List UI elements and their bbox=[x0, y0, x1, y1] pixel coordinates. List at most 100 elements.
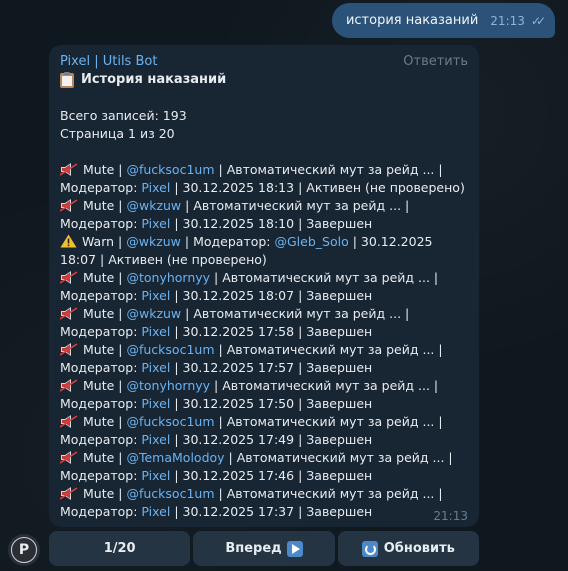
muted-speaker-icon bbox=[59, 199, 78, 212]
muted-speaker-icon bbox=[59, 271, 78, 284]
entry-reason: Автоматический мут за рейд ... bbox=[226, 162, 435, 177]
entry-user-link[interactable]: @tonyhornyy bbox=[126, 378, 210, 393]
page-info: Страница 1 из 20 bbox=[60, 126, 175, 141]
entry-status: Активен (не проверено) bbox=[306, 180, 465, 195]
entry-moderator-link[interactable]: Pixel bbox=[141, 288, 170, 303]
entry-user-link[interactable]: @fucksoc1um bbox=[126, 414, 214, 429]
page-indicator-label: 1/20 bbox=[103, 541, 136, 556]
page-indicator-button[interactable]: 1/20 bbox=[49, 531, 191, 566]
punishment-entry: Mute | @tonyhornyy | Автоматический мут … bbox=[59, 270, 439, 303]
punishment-entry: Mute | @TemaMolodoy | Автоматический мут… bbox=[59, 450, 453, 483]
punishment-entry: Mute | @fucksoc1um | Автоматический мут … bbox=[59, 342, 443, 375]
entry-user-link[interactable]: @fucksoc1um bbox=[126, 486, 214, 501]
entry-date: 30.12.2025 18:07 bbox=[182, 288, 295, 303]
entry-status: Завершен bbox=[306, 432, 373, 447]
entry-type: Mute bbox=[83, 162, 115, 177]
punishment-entry: Mute | @fucksoc1um | Автоматический мут … bbox=[59, 486, 443, 519]
incoming-message[interactable]: Pixel | Utils Bot Ответить История наказ… bbox=[49, 45, 479, 527]
muted-speaker-icon bbox=[59, 307, 78, 320]
muted-speaker-icon bbox=[59, 487, 78, 500]
entry-reason: Автоматический мут за рейд ... bbox=[222, 378, 430, 393]
entry-user-link[interactable]: @wkzuw bbox=[126, 198, 181, 213]
double-check-icon: ✓✓ bbox=[530, 13, 546, 28]
play-arrow-icon bbox=[286, 540, 303, 557]
entry-status: Завершен bbox=[306, 468, 373, 483]
next-page-button[interactable]: Вперед bbox=[193, 531, 335, 566]
muted-speaker-icon bbox=[59, 343, 78, 356]
entry-moderator-link[interactable]: Pixel bbox=[141, 432, 170, 447]
entry-date: 30.12.2025 17:37 bbox=[182, 504, 295, 519]
entry-status: Активен (не проверено) bbox=[108, 252, 267, 267]
entry-moderator-link[interactable]: Pixel bbox=[141, 396, 170, 411]
entry-moderator-link[interactable]: @Gleb_Solo bbox=[275, 234, 349, 249]
title-text: История наказаний bbox=[81, 72, 227, 87]
refresh-label: Обновить bbox=[383, 541, 455, 556]
entry-date: 30.12.2025 17:50 bbox=[182, 396, 295, 411]
entry-status: Завершен bbox=[306, 360, 373, 375]
outgoing-message-meta: 21:13 ✓✓ bbox=[490, 13, 546, 28]
entry-type: Mute bbox=[83, 486, 115, 501]
entry-type: Warn bbox=[82, 234, 115, 249]
punishment-entry: Warn | @wkzuw | Модератор: @Gleb_Solo | … bbox=[60, 234, 433, 267]
inline-keyboard: 1/20 Вперед Обновить bbox=[49, 531, 479, 566]
clipboard-icon bbox=[60, 72, 74, 88]
entry-reason: Автоматический мут за рейд ... bbox=[222, 270, 430, 285]
entry-status: Завершен bbox=[306, 288, 373, 303]
entry-date: 30.12.2025 18:13 bbox=[182, 180, 295, 195]
next-page-label: Вперед bbox=[225, 541, 282, 556]
entry-user-link[interactable]: @fucksoc1um bbox=[126, 342, 214, 357]
entry-reason: Автоматический мут за рейд ... bbox=[193, 306, 402, 321]
refresh-button[interactable]: Обновить bbox=[337, 531, 479, 566]
entry-type: Mute bbox=[83, 342, 115, 357]
entry-moderator-link[interactable]: Pixel bbox=[141, 360, 170, 375]
punishment-list: Mute | @fucksoc1um | Автоматический мут … bbox=[59, 161, 468, 521]
entry-user-link[interactable]: @wkzuw bbox=[126, 306, 181, 321]
sender-name[interactable]: Pixel | Utils Bot bbox=[60, 53, 157, 71]
entry-user-link[interactable]: @tonyhornyy bbox=[126, 270, 210, 285]
punishment-entry: Mute | @fucksoc1um | Автоматический мут … bbox=[59, 162, 465, 195]
avatar[interactable]: P bbox=[8, 534, 40, 566]
total-records: Всего записей: 193 bbox=[60, 108, 187, 123]
entry-moderator-link[interactable]: Pixel bbox=[141, 216, 170, 231]
entry-reason: Автоматический мут за рейд ... bbox=[226, 342, 435, 357]
message-header: Pixel | Utils Bot Ответить bbox=[60, 53, 468, 71]
entry-moderator-link[interactable]: Pixel bbox=[141, 504, 170, 519]
punishment-entry: Mute | @tonyhornyy | Автоматический мут … bbox=[59, 378, 439, 411]
outgoing-message-text: история наказаний bbox=[345, 13, 479, 28]
entry-reason: Автоматический мут за рейд ... bbox=[193, 198, 402, 213]
entry-status: Завершен bbox=[306, 216, 373, 231]
entry-date: 30.12.2025 17:46 bbox=[182, 468, 295, 483]
entry-reason: Автоматический мут за рейд ... bbox=[236, 450, 445, 465]
entry-user-link[interactable]: @wkzuw bbox=[126, 234, 181, 249]
entry-date: 30.12.2025 17:49 bbox=[182, 432, 295, 447]
entry-status: Завершен bbox=[306, 396, 373, 411]
muted-speaker-icon bbox=[59, 415, 78, 428]
entry-user-link[interactable]: @fucksoc1um bbox=[126, 162, 214, 177]
entry-type: Mute bbox=[83, 198, 115, 213]
entry-user-link[interactable]: @TemaMolodoy bbox=[126, 450, 224, 465]
avatar-letter: P bbox=[11, 537, 37, 563]
punishment-entry: Mute | @wkzuw | Автоматический мут за ре… bbox=[59, 306, 410, 339]
outgoing-message-time: 21:13 bbox=[490, 13, 525, 28]
entry-type: Mute bbox=[83, 414, 115, 429]
muted-speaker-icon bbox=[59, 451, 78, 464]
entry-date: 30.12.2025 17:58 bbox=[182, 324, 295, 339]
reply-button[interactable]: Ответить bbox=[403, 53, 468, 71]
muted-speaker-icon bbox=[59, 379, 78, 392]
refresh-icon bbox=[361, 540, 378, 557]
entry-type: Mute bbox=[83, 270, 115, 285]
warning-icon bbox=[60, 234, 77, 248]
muted-speaker-icon bbox=[59, 163, 78, 176]
entry-moderator-link[interactable]: Pixel bbox=[141, 180, 170, 195]
entry-status: Завершен bbox=[306, 504, 373, 519]
entry-reason: Автоматический мут за рейд ... bbox=[226, 486, 435, 501]
entry-moderator-link[interactable]: Pixel bbox=[141, 468, 170, 483]
entry-reason: Автоматический мут за рейд ... bbox=[226, 414, 435, 429]
outgoing-message[interactable]: история наказаний 21:13 ✓✓ bbox=[331, 3, 555, 38]
entry-type: Mute bbox=[83, 450, 115, 465]
entry-moderator-link[interactable]: Pixel bbox=[141, 324, 170, 339]
punishment-entry: Mute | @fucksoc1um | Автоматический мут … bbox=[59, 414, 443, 447]
entry-type: Mute bbox=[83, 378, 115, 393]
entry-type: Mute bbox=[83, 306, 115, 321]
message-title: История наказаний bbox=[60, 71, 468, 89]
